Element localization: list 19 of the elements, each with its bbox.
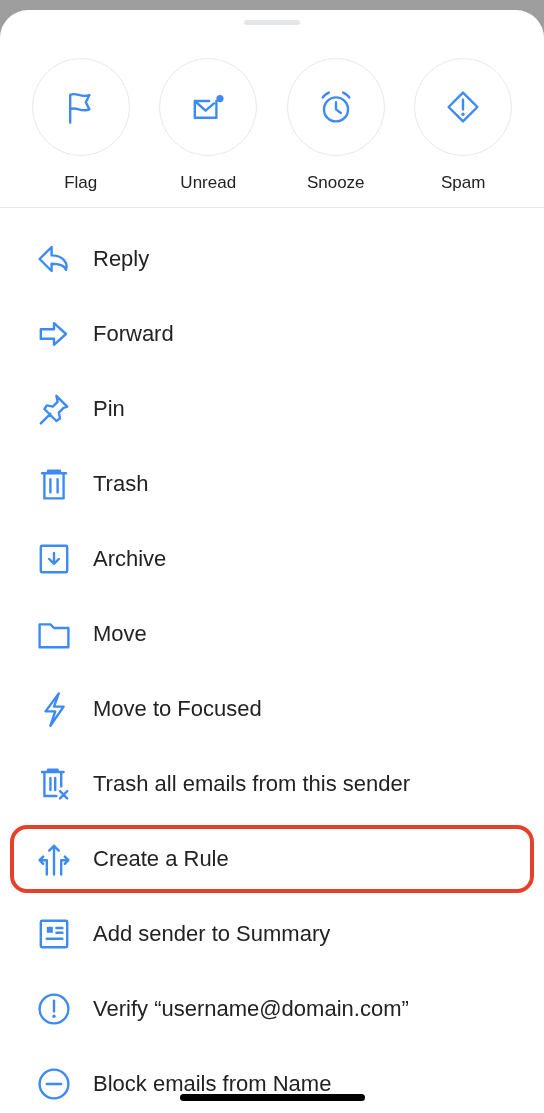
action-label: Snooze [306,173,365,193]
menu-item[interactable]: Reply [10,224,534,293]
menu-item[interactable]: Trash [10,449,534,518]
menu-item[interactable]: Verify “username@domain.com” [10,974,534,1043]
menu-item[interactable]: Move to Focused [10,674,534,743]
drag-handle[interactable] [244,20,300,25]
exclamation-circle-icon [36,990,72,1027]
action-label: Unread [180,173,237,193]
action-label: Flag [64,173,98,193]
menu-item[interactable]: Forward [10,299,534,368]
menu-item[interactable]: Block emails from Name [10,1049,534,1113]
menu-item[interactable]: Move [10,599,534,668]
menu-item[interactable]: Add sender to Summary [10,899,534,968]
highlighted-menu-item[interactable]: Create a Rule [10,824,534,893]
menu-item[interactable]: Trash all emails from this sender [10,749,534,818]
block-circle-icon [36,1065,72,1102]
menu-item[interactable]: Archive [10,524,534,593]
menu-item[interactable]: Pin [10,374,534,443]
action-label: Spam [441,173,486,193]
